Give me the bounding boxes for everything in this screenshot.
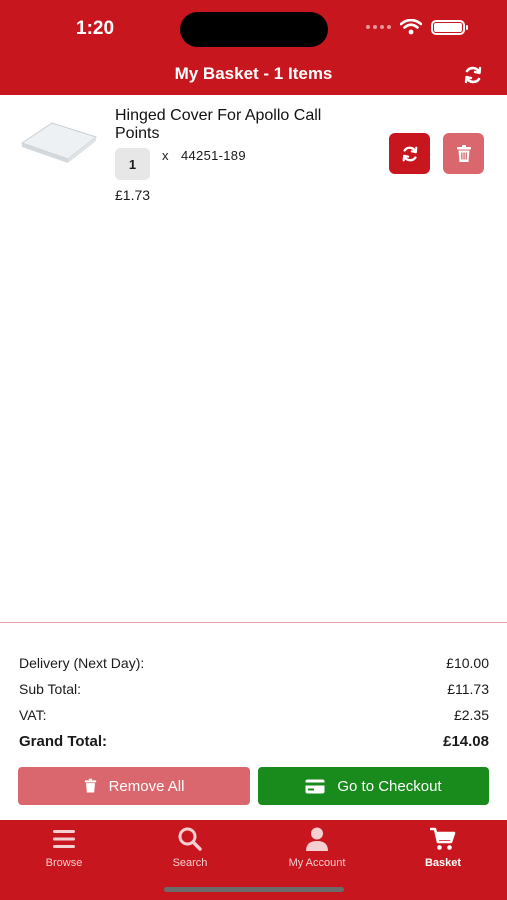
tab-label: Browse — [45, 857, 83, 869]
product-image — [20, 122, 98, 163]
item-price: £1.73 — [115, 187, 151, 203]
order-totals: Delivery (Next Day): £10.00 Sub Total: £… — [19, 650, 489, 754]
user-icon — [306, 827, 328, 851]
search-icon — [178, 827, 202, 851]
vat-label: VAT: — [19, 707, 47, 723]
status-icons — [366, 19, 468, 35]
subtotal-row: Sub Total: £11.73 — [19, 676, 489, 702]
status-time: 1:20 — [76, 18, 115, 39]
tab-label: Basket — [424, 857, 462, 869]
trash-icon — [456, 144, 471, 162]
grand-total-row: Grand Total: £14.08 — [19, 728, 489, 754]
delete-item-button[interactable] — [443, 133, 484, 174]
vat-row: VAT: £2.35 — [19, 702, 489, 728]
vat-value: £2.35 — [453, 707, 489, 723]
cart-icon — [430, 827, 456, 850]
credit-card-icon — [305, 779, 325, 793]
tab-browse[interactable]: Browse — [9, 826, 119, 869]
subtotal-label: Sub Total: — [19, 681, 82, 697]
wifi-icon — [400, 19, 422, 35]
home-indicator — [164, 887, 344, 892]
battery-icon — [431, 19, 468, 35]
refresh-icon[interactable] — [463, 65, 483, 85]
tab-bar: Browse Search My Account Basket — [0, 820, 507, 900]
refresh-icon — [402, 146, 417, 161]
checkout-button[interactable]: Go to Checkout — [258, 767, 489, 805]
divider — [0, 622, 507, 623]
subtotal-value: £11.73 — [447, 681, 489, 697]
item-name[interactable]: Hinged Cover For Apollo Call Points — [115, 107, 345, 143]
signal-icon — [366, 25, 391, 29]
remove-all-label: Remove All — [108, 777, 185, 795]
tab-label: My Account — [288, 857, 346, 869]
tab-basket[interactable]: Basket — [388, 826, 498, 869]
delivery-label: Delivery (Next Day): — [19, 655, 145, 671]
page-title: My Basket - 1 Items — [174, 64, 333, 83]
delivery-value: £10.00 — [446, 655, 489, 671]
dynamic-island — [180, 12, 328, 47]
update-item-button[interactable] — [389, 133, 430, 174]
quantity-field[interactable]: 1 — [115, 148, 150, 180]
quantity-times: x — [162, 148, 169, 163]
app-header: 1:20 My Basket - 1 Items — [0, 0, 507, 95]
remove-all-button[interactable]: Remove All — [18, 767, 250, 805]
grand-total-label: Grand Total: — [19, 732, 108, 750]
delivery-row: Delivery (Next Day): £10.00 — [19, 650, 489, 676]
trash-icon — [84, 778, 96, 793]
tab-my-account[interactable]: My Account — [262, 826, 372, 869]
checkout-label: Go to Checkout — [337, 777, 442, 795]
tab-label: Search — [172, 857, 208, 869]
tab-search[interactable]: Search — [135, 826, 245, 869]
item-sku: 44251-189 — [181, 148, 246, 163]
grand-total-value: £14.08 — [443, 732, 489, 750]
menu-icon — [53, 830, 75, 848]
